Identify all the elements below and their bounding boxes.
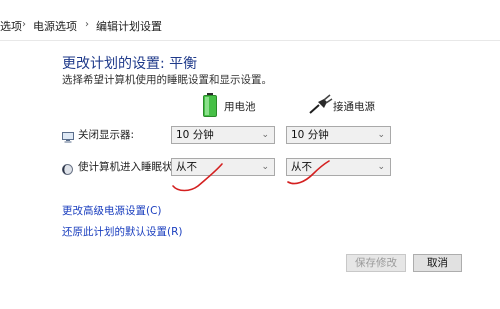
chevron-right-icon: ›	[22, 19, 26, 30]
monitor-icon	[62, 128, 74, 143]
battery-column-label: 用电池	[224, 101, 256, 113]
display-off-plugged-select[interactable]: 10 分钟 ⌄	[286, 126, 391, 144]
page-subtitle: 选择希望计算机使用的睡眠设置和显示设置。	[62, 74, 272, 86]
page-title: 更改计划的设置: 平衡	[62, 56, 198, 72]
power-plug-icon	[309, 94, 333, 114]
breadcrumb-item-power-options[interactable]: 电源选项	[33, 18, 77, 34]
annotation-underline-plugged	[287, 160, 330, 185]
cancel-button[interactable]: 取消	[413, 254, 462, 272]
breadcrumb-item-hardware[interactable]: 选项	[0, 18, 22, 34]
annotation-underline-battery	[172, 163, 223, 192]
advanced-power-settings-link[interactable]: 更改高级电源设置(C)	[62, 203, 162, 218]
select-value: 10 分钟	[176, 129, 214, 141]
select-value: 10 分钟	[291, 129, 329, 141]
chevron-down-icon: ⌄	[261, 162, 269, 172]
moon-icon	[62, 160, 73, 175]
chevron-right-icon: ›	[85, 19, 89, 30]
breadcrumb-item-edit-plan: 编辑计划设置	[96, 20, 162, 33]
breadcrumb: 选项 › 电源选项 › 编辑计划设置	[0, 0, 500, 41]
battery-icon	[203, 93, 217, 117]
turn-off-display-label: 关闭显示器:	[78, 129, 135, 141]
plugged-column-label: 接通电源	[333, 101, 375, 113]
chevron-down-icon: ⌄	[261, 130, 269, 140]
restore-defaults-link[interactable]: 还原此计划的默认设置(R)	[62, 224, 183, 239]
divider	[0, 40, 500, 41]
chevron-down-icon: ⌄	[377, 162, 385, 172]
display-off-battery-select[interactable]: 10 分钟 ⌄	[171, 126, 275, 144]
save-changes-button[interactable]: 保存修改	[346, 254, 406, 272]
chevron-down-icon: ⌄	[377, 130, 385, 140]
